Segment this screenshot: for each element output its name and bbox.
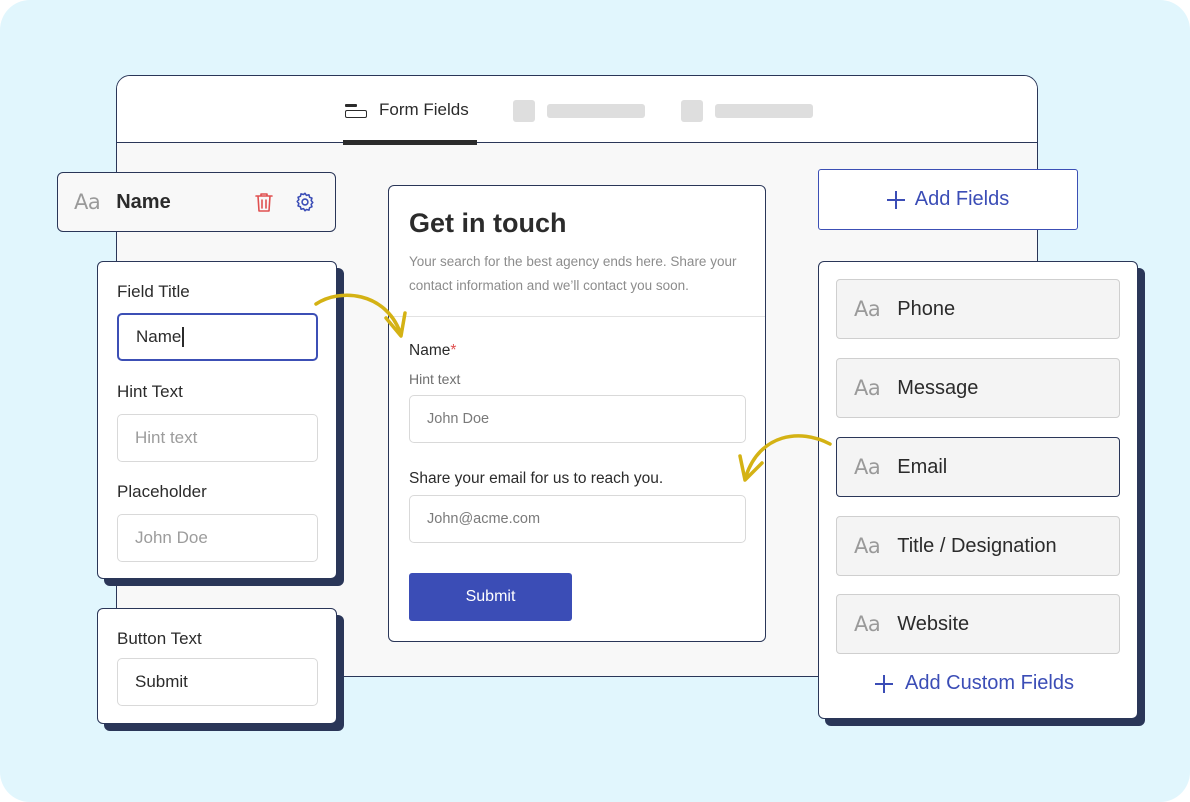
- text-field-icon: Aa: [74, 190, 101, 214]
- name-input[interactable]: John Doe: [409, 395, 746, 443]
- submit-button[interactable]: Submit: [409, 573, 572, 621]
- form-preview: Get in touch Your search for the best ag…: [388, 185, 766, 642]
- tab-placeholder[interactable]: [513, 100, 645, 122]
- button-text-input[interactable]: Submit: [117, 658, 318, 706]
- selected-field-label: Name: [116, 190, 171, 213]
- hint-text-placeholder: Hint text: [135, 428, 198, 447]
- tab-label: Form Fields: [379, 99, 469, 119]
- tab-bar: Form Fields: [117, 76, 1037, 145]
- selected-field-chip[interactable]: Aa Name: [57, 172, 336, 232]
- add-custom-fields-label: Add Custom Fields: [905, 672, 1074, 694]
- placeholder-icon: [513, 100, 535, 122]
- field-item-phone[interactable]: Aa Phone: [836, 279, 1120, 339]
- placeholder-label: Placeholder: [117, 482, 207, 501]
- field-item-label: Email: [897, 455, 948, 478]
- field-settings-panel: Field Title Name Hint Text Hint text Pla…: [97, 261, 337, 579]
- email-input[interactable]: John@acme.com: [409, 495, 746, 543]
- text-cursor: [182, 327, 184, 347]
- button-settings-panel: Button Text Submit: [97, 608, 337, 724]
- text-field-icon: Aa: [854, 612, 881, 636]
- button-text-value: Submit: [135, 672, 188, 691]
- field-item-website[interactable]: Aa Website: [836, 594, 1120, 654]
- hint-text-label: Hint Text: [117, 382, 183, 401]
- placeholder-input[interactable]: John Doe: [117, 514, 318, 562]
- field-item-title-designation[interactable]: Aa Title / Designation: [836, 516, 1120, 576]
- placeholder-bar: [715, 104, 813, 118]
- text-field-icon: Aa: [854, 455, 881, 479]
- form-title: Get in touch: [409, 208, 567, 238]
- email-input-placeholder: John@acme.com: [427, 511, 541, 527]
- form-fields-icon: [345, 103, 367, 118]
- add-custom-fields-button[interactable]: Add Custom Fields: [875, 672, 1074, 695]
- name-hint: Hint text: [409, 371, 461, 387]
- hint-text-input[interactable]: Hint text: [117, 414, 318, 462]
- text-field-icon: Aa: [854, 534, 881, 558]
- placeholder-icon: [681, 100, 703, 122]
- add-fields-label: Add Fields: [914, 188, 1010, 210]
- placeholder-input-placeholder: John Doe: [135, 528, 208, 547]
- field-item-label: Website: [897, 612, 970, 635]
- tab-form-fields[interactable]: Form Fields: [343, 76, 477, 145]
- button-text-label: Button Text: [117, 629, 202, 648]
- field-item-label: Message: [897, 376, 979, 399]
- field-item-label: Phone: [897, 297, 956, 320]
- trash-icon[interactable]: [254, 191, 274, 213]
- required-mark: *: [450, 342, 457, 359]
- form-description: Your search for the best agency ends her…: [409, 254, 737, 293]
- plus-icon: [886, 190, 905, 209]
- field-item-label: Title / Designation: [897, 534, 1057, 557]
- email-field-label: Share your email for us to reach you.: [409, 470, 664, 487]
- text-field-icon: Aa: [854, 297, 881, 321]
- name-input-placeholder: John Doe: [427, 411, 490, 427]
- field-title-value: Name: [136, 327, 182, 346]
- name-field-label: Name*: [409, 342, 456, 360]
- active-tab-indicator: [343, 140, 477, 145]
- add-fields-button[interactable]: Add Fields: [818, 169, 1078, 230]
- field-title-input[interactable]: Name: [117, 313, 318, 361]
- name-label-text: Name: [409, 342, 451, 359]
- divider: [389, 316, 765, 317]
- field-title-label: Field Title: [117, 282, 190, 301]
- field-list-panel: Aa Phone Aa Message Aa Email Aa Title / …: [818, 261, 1138, 719]
- gear-icon[interactable]: [294, 191, 316, 213]
- text-field-icon: Aa: [854, 376, 881, 400]
- tab-placeholder[interactable]: [681, 100, 813, 122]
- field-item-email[interactable]: Aa Email: [836, 437, 1120, 497]
- field-item-message[interactable]: Aa Message: [836, 358, 1120, 418]
- plus-icon: [875, 674, 893, 693]
- placeholder-bar: [547, 104, 645, 118]
